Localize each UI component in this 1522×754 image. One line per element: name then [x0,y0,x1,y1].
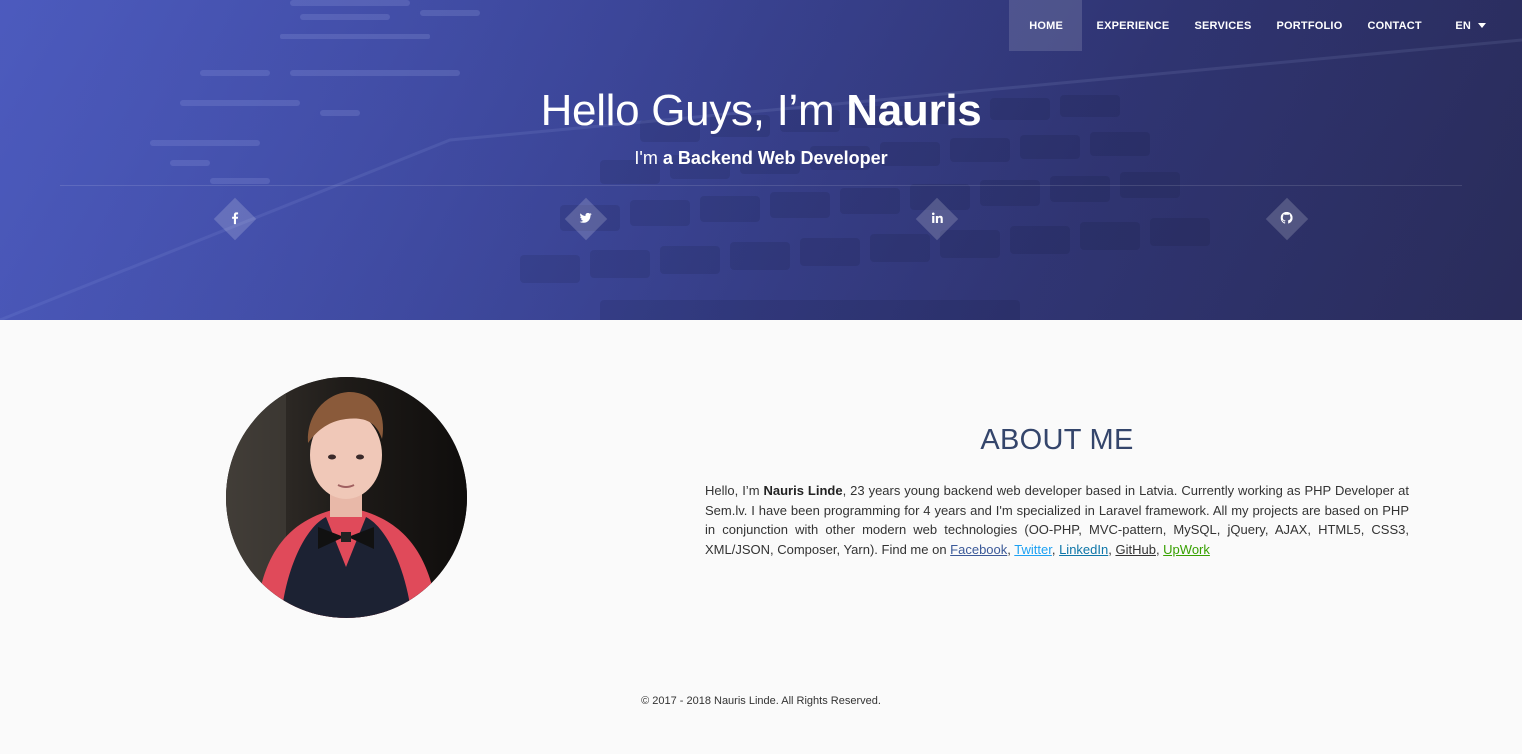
profile-photo [226,377,467,618]
hero-subtitle: I'm a Backend Web Developer [0,148,1522,169]
chevron-down-icon [1478,23,1486,28]
language-dropdown[interactable]: EN [1434,0,1496,51]
hero-subtitle-prefix: I'm [634,148,663,168]
nav-contact[interactable]: CONTACT [1355,0,1434,51]
facebook-icon [232,211,239,227]
facebook-link[interactable]: Facebook [950,542,1007,557]
hero-subtitle-role: a Backend Web Developer [662,148,888,168]
hero-title: Hello Guys, I’m Nauris [0,86,1522,136]
hero-greeting: Hello Guys, I’m [540,86,847,135]
about-intro: Hello, I’m [705,483,764,498]
nav-portfolio[interactable]: PORTFOLIO [1264,0,1355,51]
about-title: ABOUT ME [980,424,1134,456]
github-link[interactable]: GitHub [1115,542,1155,557]
hero-divider [60,185,1462,186]
nav-home[interactable]: HOME [1009,0,1083,51]
nav-experience[interactable]: EXPERIENCE [1084,0,1182,51]
about-paragraph: Hello, I’m Nauris Linde, 23 years young … [705,481,1409,559]
link-separator: , [1051,541,1060,557]
twitter-icon [580,212,592,226]
nav-services[interactable]: SERVICES [1182,0,1264,51]
linkedin-icon [931,212,943,226]
footer-copyright: © 2017 - 2018 Nauris Linde. All Rights R… [641,695,881,707]
upwork-link[interactable]: UpWork [1163,542,1210,557]
about-full-name: Nauris Linde [763,483,843,498]
main-navigation: HOME EXPERIENCE SERVICES PORTFOLIO CONTA… [1009,0,1496,51]
linkedin-link[interactable]: LinkedIn [1059,542,1108,557]
hero-name: Nauris [846,86,982,135]
language-label: EN [1455,19,1471,32]
twitter-link[interactable]: Twitter [1014,542,1052,557]
github-icon [1281,211,1293,227]
